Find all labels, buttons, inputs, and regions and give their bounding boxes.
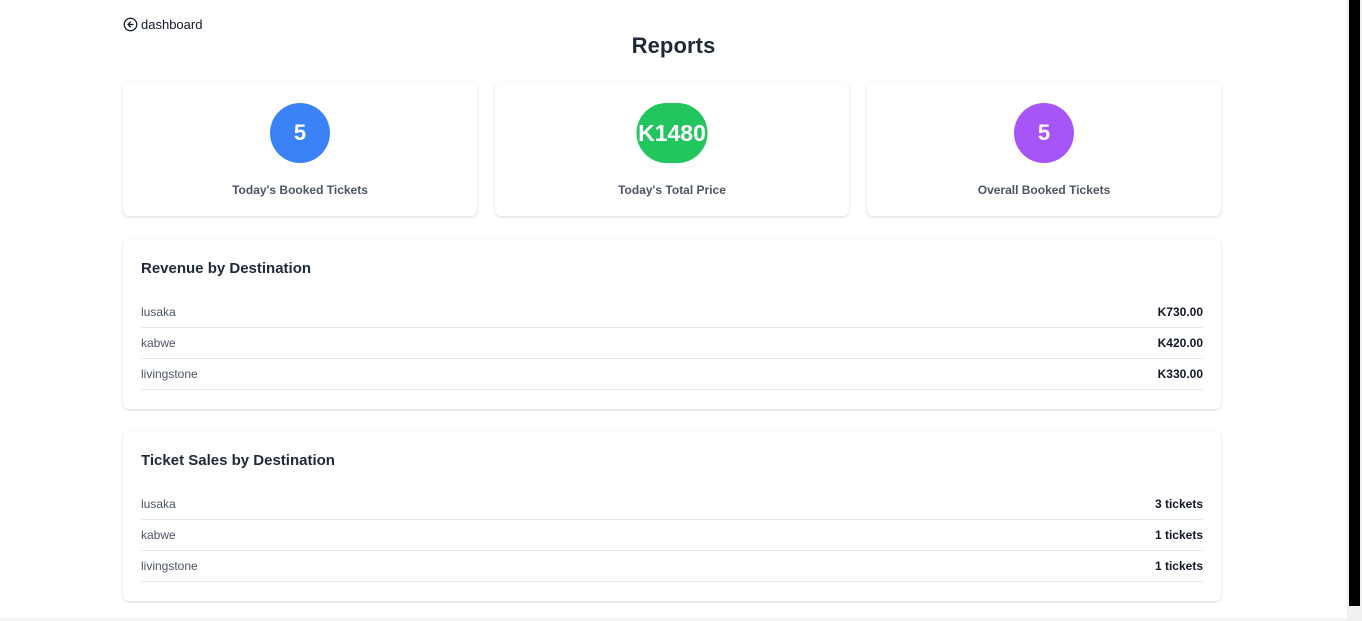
ticket-count: 3 tickets [1154,497,1203,511]
revenue-amount: K420.00 [1157,336,1203,350]
back-link-label[interactable]: dashboard [141,17,202,32]
stat-label: Overall Booked Tickets [977,183,1111,197]
stat-label: Today's Total Price [618,183,726,197]
destination-name: lusaka [141,305,176,319]
destination-name: kabwe [141,336,176,350]
destination-name: livingstone [141,367,198,381]
destination-name: lusaka [141,497,176,511]
back-to-dashboard-link[interactable]: dashboard [123,17,202,32]
vertical-scrollbar[interactable] [1347,0,1362,621]
panel-title: Revenue by Destination [141,260,312,277]
ticket-sales-list: lusaka 3 tickets kabwe 1 tickets livings… [141,489,1203,582]
list-item: lusaka K730.00 [141,297,1203,328]
scrollbar-thumb[interactable] [1349,0,1360,606]
list-item: livingstone 1 tickets [141,551,1203,582]
list-item: lusaka 3 tickets [141,489,1203,520]
panel-title: Ticket Sales by Destination [141,452,335,469]
arrow-left-circle-icon [123,17,138,32]
revenue-amount: K730.00 [1157,305,1203,319]
revenue-list: lusaka K730.00 kabwe K420.00 livingstone… [141,297,1203,390]
page-title: Reports [631,33,716,58]
stat-card-overall-booked-tickets: 5 Overall Booked Tickets [867,82,1221,216]
stat-value-badge: K1480 [636,103,708,163]
destination-name: livingstone [141,559,198,573]
revenue-amount: K330.00 [1157,367,1203,381]
list-item: kabwe K420.00 [141,328,1203,359]
ticket-count: 1 tickets [1154,559,1203,573]
revenue-by-destination-panel: Revenue by Destination lusaka K730.00 ka… [123,240,1221,409]
stat-value-badge: 5 [1014,103,1074,163]
list-item: livingstone K330.00 [141,359,1203,390]
stat-label: Today's Booked Tickets [232,183,368,197]
stat-card-todays-total-price: K1480 Today's Total Price [495,82,849,216]
reports-page: dashboard Reports 5 Today's Booked Ticke… [0,0,1347,621]
stat-card-todays-booked-tickets: 5 Today's Booked Tickets [123,82,477,216]
list-item: kabwe 1 tickets [141,520,1203,551]
ticket-sales-by-destination-panel: Ticket Sales by Destination lusaka 3 tic… [123,432,1221,601]
ticket-count: 1 tickets [1154,528,1203,542]
stat-value-badge: 5 [270,103,330,163]
destination-name: kabwe [141,528,176,542]
